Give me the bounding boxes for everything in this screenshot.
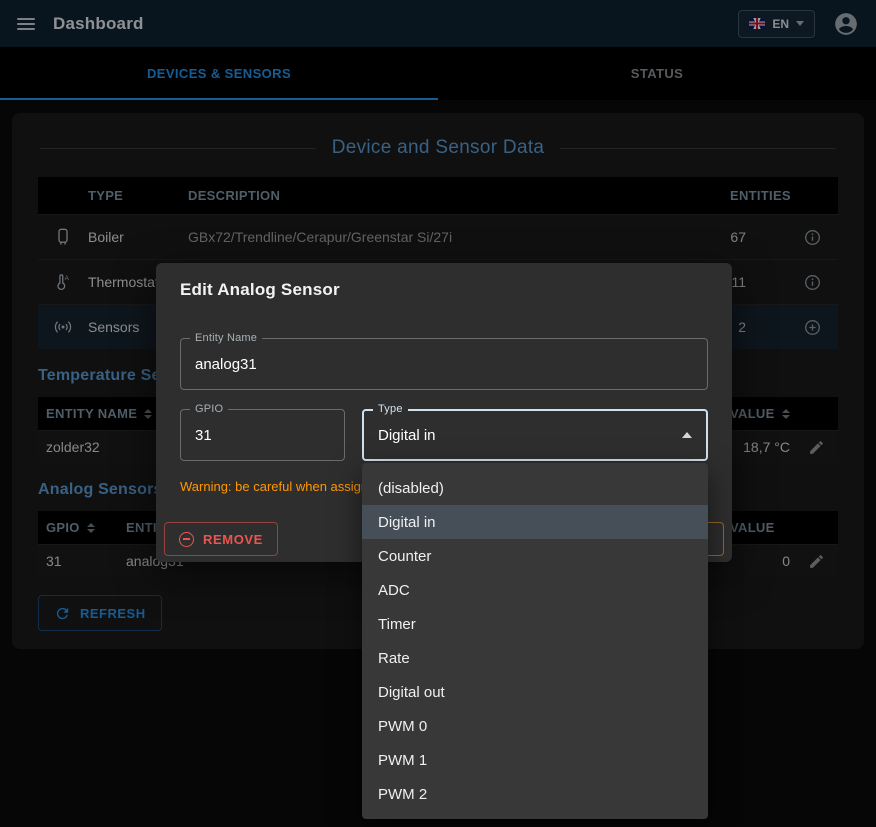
gpio-field[interactable]: GPIO 31 [180,409,345,461]
remove-button[interactable]: REMOVE [164,522,278,556]
entity-name-value: analog31 [195,356,257,373]
gpio-value: 31 [195,427,212,444]
menu-item-digital-in[interactable]: Digital in [362,505,708,539]
menu-item-digital-out[interactable]: Digital out [362,675,708,709]
menu-item-disabled[interactable]: (disabled) [362,471,708,505]
type-label: Type [373,403,408,415]
screen: Dashboard EN DEVICES & SENSORS STATUS De… [0,0,876,827]
dialog-title: Edit Analog Sensor [156,263,732,300]
entity-name-field[interactable]: Entity Name analog31 [180,338,708,390]
type-select[interactable]: Type Digital in [362,409,708,461]
select-open-arrow-icon [682,432,692,438]
type-dropdown-menu: (disabled) Digital in Counter ADC Timer … [362,463,708,819]
gpio-label: GPIO [190,403,228,415]
type-selected-value: Digital in [378,427,436,444]
menu-item-counter[interactable]: Counter [362,539,708,573]
menu-item-pwm2[interactable]: PWM 2 [362,777,708,811]
menu-item-pwm0[interactable]: PWM 0 [362,709,708,743]
menu-item-timer[interactable]: Timer [362,607,708,641]
field-row: GPIO 31 Type Digital in [180,409,708,461]
entity-name-label: Entity Name [190,332,262,344]
menu-item-rate[interactable]: Rate [362,641,708,675]
menu-item-pwm1[interactable]: PWM 1 [362,743,708,777]
minus-circle-icon [179,532,194,547]
menu-item-adc[interactable]: ADC [362,573,708,607]
